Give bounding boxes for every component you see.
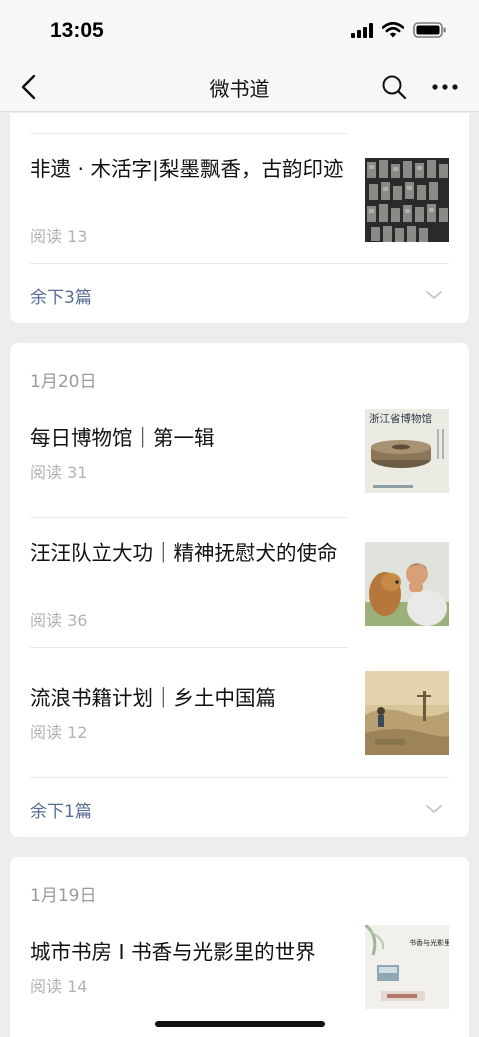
book-poster-image: 书香与光影里的世界: [365, 925, 449, 1009]
divider: [30, 647, 348, 648]
message-card: 1月20日 每日博物馆｜第一辑 阅读 31 浙江省博物馆 汪汪队立大功｜精神抚慰…: [10, 343, 469, 837]
divider: [30, 133, 348, 134]
article-item[interactable]: 非遗 · 木活字|梨墨飘香，古韵印迹 阅读 13: [30, 153, 449, 253]
article-thumbnail: 浙江省博物馆: [365, 409, 449, 493]
home-indicator[interactable]: [155, 1021, 325, 1027]
chevron-down-icon[interactable]: [425, 804, 443, 814]
status-icons: [351, 22, 447, 38]
article-title: 非遗 · 木活字|梨墨飘香，古韵印迹: [30, 157, 344, 181]
wifi-icon: [382, 22, 404, 38]
thumb-caption: 浙江省博物馆: [369, 412, 432, 425]
status-bar: 13:05: [0, 0, 479, 62]
article-item[interactable]: 流浪书籍计划｜乡土中国篇 阅读 12: [30, 667, 449, 767]
article-title: 每日博物馆｜第一辑: [30, 426, 215, 450]
article-title: 流浪书籍计划｜乡土中国篇: [30, 686, 276, 710]
divider: [30, 263, 449, 264]
article-thumbnail: [365, 158, 449, 242]
status-time: 13:05: [50, 19, 104, 42]
article-thumbnail: [365, 671, 449, 755]
battery-icon: [413, 22, 446, 38]
signal-icon: [351, 22, 373, 38]
page-title: 微书道: [209, 77, 270, 101]
article-item[interactable]: 城市书房 I 书香与光影里的世界 阅读 14 书香与光影里的世界: [30, 921, 449, 1021]
thumb-caption: 书香与光影里的世界: [409, 938, 449, 947]
search-icon[interactable]: [381, 74, 407, 100]
read-count: 阅读 31: [30, 463, 88, 482]
article-title: 城市书房 I 书香与光影里的世界: [30, 940, 316, 964]
article-title: 汪汪队立大功｜精神抚慰犬的使命: [30, 541, 338, 565]
article-item[interactable]: 每日博物馆｜第一辑 阅读 31 浙江省博物馆: [30, 407, 449, 502]
man-with-dog-image: [365, 542, 449, 626]
article-item[interactable]: 汪汪队立大功｜精神抚慰犬的使命 阅读 36: [30, 537, 449, 647]
nav-bar: 微书道: [0, 62, 479, 112]
divider: [30, 517, 348, 518]
article-thumbnail: [365, 542, 449, 626]
message-card: 1月19日 城市书房 I 书香与光影里的世界 阅读 14 书香与光影里的世界: [10, 857, 469, 1037]
museum-cover-image: 浙江省博物馆: [365, 409, 449, 493]
read-count: 阅读 14: [30, 977, 88, 996]
date-label: 1月20日: [30, 372, 97, 392]
article-thumbnail: 书香与光影里的世界: [365, 925, 449, 1009]
divider: [30, 777, 449, 778]
more-icon[interactable]: [430, 82, 460, 92]
read-count: 阅读 13: [30, 227, 88, 246]
movable-type-image: [365, 158, 449, 242]
message-card: 非遗 · 木活字|梨墨飘香，古韵印迹 阅读 13 余下3篇: [10, 113, 469, 323]
rural-painting-image: [365, 671, 449, 755]
read-count: 阅读 12: [30, 723, 88, 742]
read-count: 阅读 36: [30, 611, 88, 630]
chevron-down-icon[interactable]: [425, 290, 443, 300]
more-articles-link[interactable]: 余下3篇: [30, 283, 92, 308]
more-articles-link[interactable]: 余下1篇: [30, 797, 92, 822]
date-label: 1月19日: [30, 886, 97, 906]
